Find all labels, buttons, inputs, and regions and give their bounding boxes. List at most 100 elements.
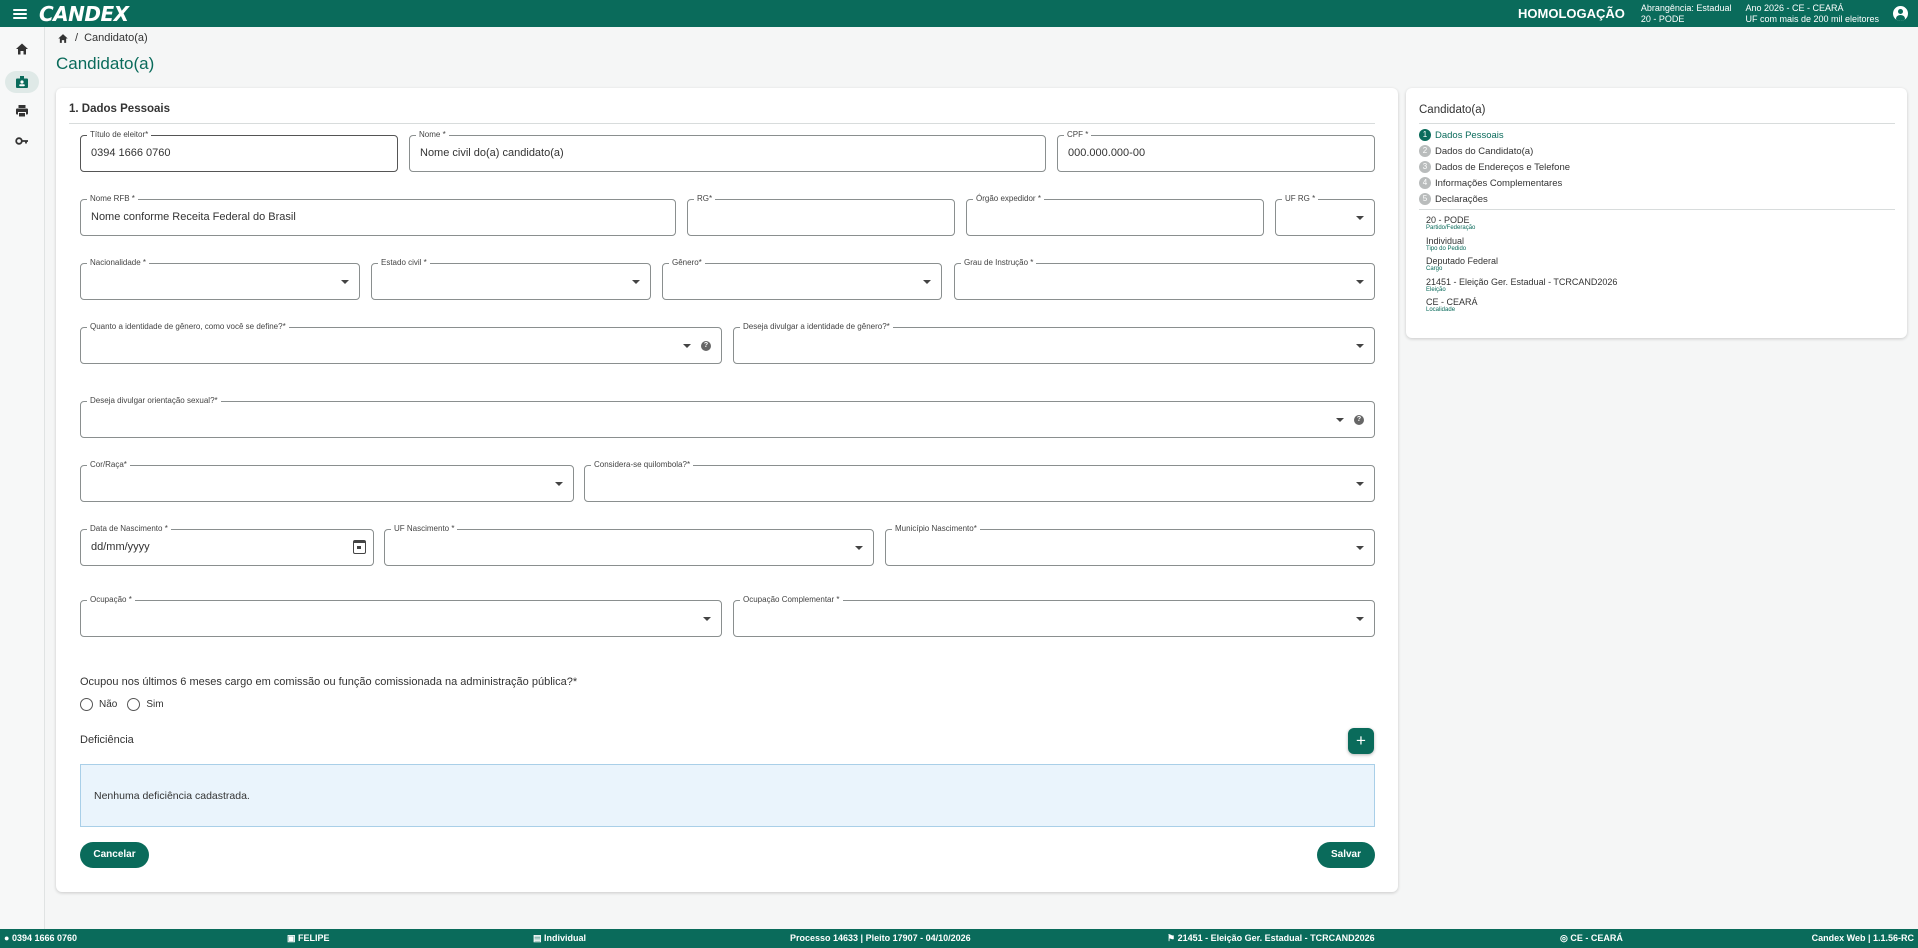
nome-field[interactable]: Nome * Nome civil do(a) candidato(a)	[409, 130, 1046, 172]
info-value: CE - CEARÁ	[1426, 297, 1478, 307]
chevron-down-icon[interactable]	[855, 546, 863, 550]
calendar-icon[interactable]	[353, 540, 366, 554]
rail-print[interactable]	[5, 100, 39, 122]
info-key: Partido/Federação	[1426, 225, 1476, 231]
info-eleicao: 21451 - Eleição Ger. Estadual - TCRCAND2…	[1426, 277, 1617, 294]
rail-key[interactable]	[5, 130, 39, 152]
radio-sim-label[interactable]: Sim	[146, 699, 163, 710]
home-icon[interactable]	[57, 33, 69, 44]
scope-line-2: 20 - PODE	[1640, 13, 1685, 24]
info-cargo: Deputado Federal Cargo	[1426, 256, 1498, 273]
divulgar-orientacao-select[interactable]: Deseja divulgar orientação sexual?* ?	[80, 396, 1375, 438]
add-deficiencia-button[interactable]: +	[1348, 728, 1374, 754]
step-label: Declarações	[1435, 193, 1488, 205]
scope-info: Abrangência: Estadual 20 - PODE	[1641, 3, 1732, 25]
cancel-button[interactable]: Cancelar	[80, 842, 149, 868]
cor-raca-select[interactable]: Cor/Raça*	[80, 460, 574, 502]
step-dados-pessoais[interactable]: 1 Dados Pessoais	[1419, 129, 1504, 141]
footer-user: ▣ FELIPE	[287, 933, 330, 943]
step-number: 3	[1419, 161, 1431, 173]
uf-nascimento-select[interactable]: UF Nascimento *	[384, 524, 874, 566]
chevron-down-icon[interactable]	[632, 280, 640, 284]
footer-version: Candex Web | 1.1.56-RC	[1811, 933, 1914, 943]
home-icon	[16, 43, 28, 55]
chevron-down-icon[interactable]	[1356, 482, 1364, 486]
step-declaracoes[interactable]: 5 Declarações	[1419, 193, 1488, 205]
footer-titulo: ● 0394 1666 0760	[4, 933, 78, 943]
deficiencia-empty-text: Nenhuma deficiência cadastrada.	[94, 790, 250, 802]
step-informacoes[interactable]: 4 Informações Complementares	[1419, 177, 1562, 189]
step-enderecos[interactable]: 3 Dados de Endereços e Telefone	[1419, 161, 1570, 173]
quilombola-select[interactable]: Considera-se quilombola?*	[584, 460, 1375, 502]
nacionalidade-select[interactable]: Nacionalidade *	[80, 258, 360, 300]
step-dados-candidato[interactable]: 2 Dados do Candidato(a)	[1419, 145, 1533, 157]
account-icon[interactable]	[1893, 6, 1908, 21]
top-bar: CANDEX HOMOLOGAÇÃO Abrangência: Estadual…	[0, 0, 1918, 27]
radio-sim[interactable]	[127, 698, 141, 711]
section-title: 1. Dados Pessoais	[69, 103, 170, 115]
footer-tipo-text: Individual	[544, 933, 587, 943]
app-logo[interactable]: CANDEX	[39, 2, 129, 26]
orgao-expedidor-label: Órgão expedidor *	[973, 194, 1044, 204]
status-bar: ● 0394 1666 0760 ▣ FELIPE ▤ Individual P…	[0, 929, 1918, 948]
radio-nao-label[interactable]: Não	[99, 699, 117, 710]
footer-processo: Processo 14633 | Pleito 17907 - 04/10/20…	[790, 933, 971, 943]
chevron-down-icon[interactable]	[923, 280, 931, 284]
chevron-down-icon[interactable]	[1336, 418, 1344, 422]
divulgar-orientacao-label: Deseja divulgar orientação sexual?*	[87, 396, 221, 406]
uf-rg-label: UF RG *	[1282, 194, 1319, 204]
key-icon	[15, 137, 28, 145]
ocupacao-select[interactable]: Ocupação *	[80, 595, 722, 637]
chevron-down-icon[interactable]	[341, 280, 349, 284]
chevron-down-icon[interactable]	[1356, 546, 1364, 550]
footer-eleicao-text: 21451 - Eleição Ger. Estadual - TCRCAND2…	[1177, 933, 1375, 943]
chevron-down-icon[interactable]	[1356, 216, 1364, 220]
info-value: Deputado Federal	[1426, 256, 1499, 266]
summary-panel: Candidato(a) 1 Dados Pessoais 2 Dados do…	[1406, 88, 1907, 338]
titulo-eleitor-field[interactable]: Título de eleitor* 0394 1666 0760	[80, 130, 398, 172]
data-nascimento-field[interactable]: Data de Nascimento * dd/mm/yyyy	[80, 524, 374, 566]
orgao-expedidor-field[interactable]: Órgão expedidor *	[966, 194, 1264, 236]
chevron-down-icon[interactable]	[555, 482, 563, 486]
ocupacao-complementar-select[interactable]: Ocupação Complementar *	[733, 595, 1375, 637]
section-divider	[69, 123, 1375, 124]
step-number: 5	[1419, 193, 1431, 205]
chevron-down-icon[interactable]	[703, 617, 711, 621]
grau-instrucao-select[interactable]: Grau de Instrução *	[954, 258, 1375, 300]
help-icon[interactable]: ?	[701, 341, 711, 351]
cargo-question: Ocupou nos últimos 6 meses cargo em comi…	[80, 676, 578, 688]
step-label: Informações Complementares	[1435, 177, 1563, 189]
info-partido: 20 - PODE Partido/Federação	[1426, 215, 1475, 232]
year-info: Ano 2026 - CE - CEARÁ UF com mais de 200…	[1745, 3, 1879, 25]
summary-title: Candidato(a)	[1419, 104, 1486, 116]
save-button[interactable]: Salvar	[1317, 842, 1375, 868]
rail-home[interactable]	[5, 38, 39, 60]
summary-divider	[1419, 123, 1895, 124]
menu-icon[interactable]	[13, 8, 27, 19]
rail-candidate[interactable]	[5, 71, 39, 93]
radio-nao[interactable]	[80, 698, 93, 711]
identidade-genero-select[interactable]: Quanto a identidade de gênero, como você…	[80, 322, 722, 364]
rg-field[interactable]: RG*	[687, 194, 955, 236]
side-rail	[0, 27, 45, 929]
estado-civil-select[interactable]: Estado civil *	[371, 258, 651, 300]
titulo-eleitor-value: 0394 1666 0760	[91, 147, 171, 159]
help-icon[interactable]: ?	[1354, 415, 1364, 425]
step-label: Dados de Endereços e Telefone	[1435, 161, 1571, 173]
chevron-down-icon[interactable]	[1356, 617, 1364, 621]
environment-label: HOMOLOGAÇÃO	[1518, 6, 1625, 21]
titulo-eleitor-label: Título de eleitor*	[87, 130, 152, 140]
nome-rfb-field[interactable]: Nome RFB * Nome conforme Receita Federal…	[80, 194, 676, 236]
uf-rg-select[interactable]: UF RG *	[1275, 194, 1375, 236]
chevron-down-icon[interactable]	[1356, 344, 1364, 348]
municipio-nascimento-select[interactable]: Município Nascimento*	[885, 524, 1375, 566]
deficiencia-empty-box: Nenhuma deficiência cadastrada.	[80, 764, 1375, 827]
chevron-down-icon[interactable]	[683, 344, 691, 348]
breadcrumb-current: Candidato(a)	[84, 32, 148, 44]
divulgar-identidade-select[interactable]: Deseja divulgar a identidade de gênero?*	[733, 322, 1375, 364]
genero-select[interactable]: Gênero*	[662, 258, 942, 300]
info-value: 21451 - Eleição Ger. Estadual - TCRCAND2…	[1426, 277, 1618, 287]
cpf-field[interactable]: CPF * 000.000.000-00	[1057, 130, 1375, 172]
chevron-down-icon[interactable]	[1356, 280, 1364, 284]
grau-instrucao-label: Grau de Instrução *	[961, 258, 1037, 268]
